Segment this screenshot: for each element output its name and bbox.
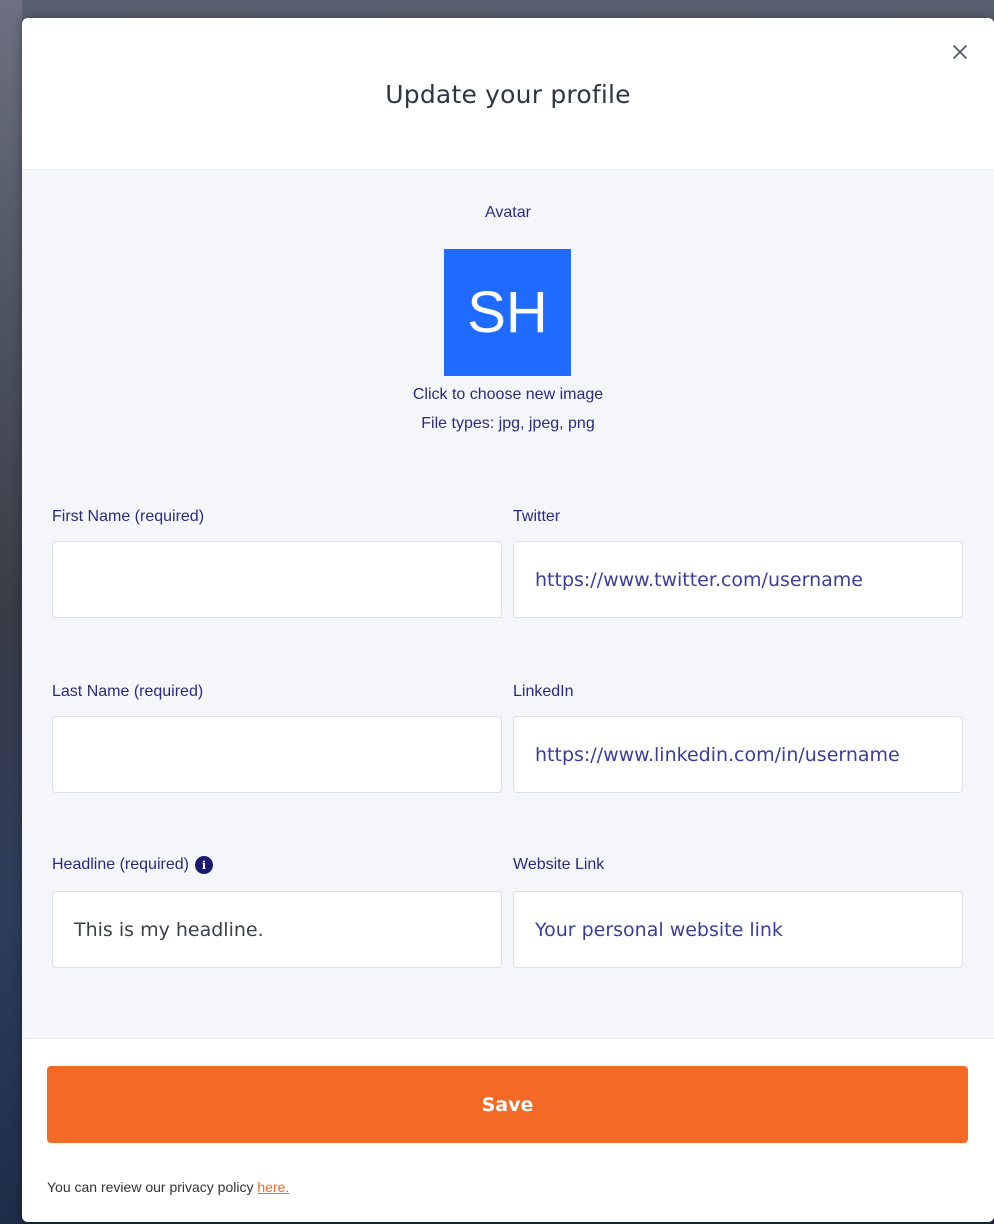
choose-image-link[interactable]: Click to choose new image [22, 386, 994, 404]
page-backdrop [0, 0, 22, 1224]
close-button[interactable] [948, 40, 972, 64]
privacy-text: You can review our privacy policy [47, 1179, 258, 1195]
twitter-input[interactable] [513, 541, 963, 618]
update-profile-modal: Update your profile Avatar SH Click to c… [22, 18, 994, 1222]
first-name-input[interactable] [52, 541, 502, 618]
save-button[interactable]: Save [47, 1066, 968, 1143]
close-icon [953, 45, 967, 59]
info-icon[interactable]: i [194, 856, 213, 874]
privacy-policy-link[interactable]: here. [257, 1179, 289, 1195]
website-input[interactable] [513, 891, 963, 968]
file-types-note: File types: jpg, jpeg, png [421, 415, 595, 432]
headline-label-text: Headline (required) [52, 856, 189, 873]
modal-footer: Save You can review our privacy policy h… [22, 1038, 994, 1222]
twitter-label-text: Twitter [513, 508, 561, 525]
modal-title: Update your profile [385, 80, 631, 109]
linkedin-label: LinkedIn [513, 683, 574, 701]
avatar[interactable]: SH [444, 249, 571, 376]
website-label-text: Website Link [513, 856, 605, 873]
linkedin-label-text: LinkedIn [513, 683, 574, 700]
headline-label: Headline (required) i [52, 856, 213, 874]
privacy-note: You can review our privacy policy here. [47, 1179, 289, 1195]
first-name-label-text: First Name (required) [52, 508, 205, 525]
twitter-label: Twitter [513, 508, 560, 526]
avatar-label: Avatar [485, 204, 531, 221]
last-name-label-text: Last Name (required) [52, 683, 204, 700]
last-name-input[interactable] [52, 716, 502, 793]
headline-input[interactable] [52, 891, 502, 968]
modal-header: Update your profile [22, 18, 994, 170]
website-label: Website Link [513, 856, 604, 874]
linkedin-input[interactable] [513, 716, 963, 793]
modal-body: Avatar SH Click to choose new image File… [22, 170, 994, 1038]
first-name-label: First Name (required) [52, 508, 204, 526]
last-name-label: Last Name (required) [52, 683, 203, 701]
